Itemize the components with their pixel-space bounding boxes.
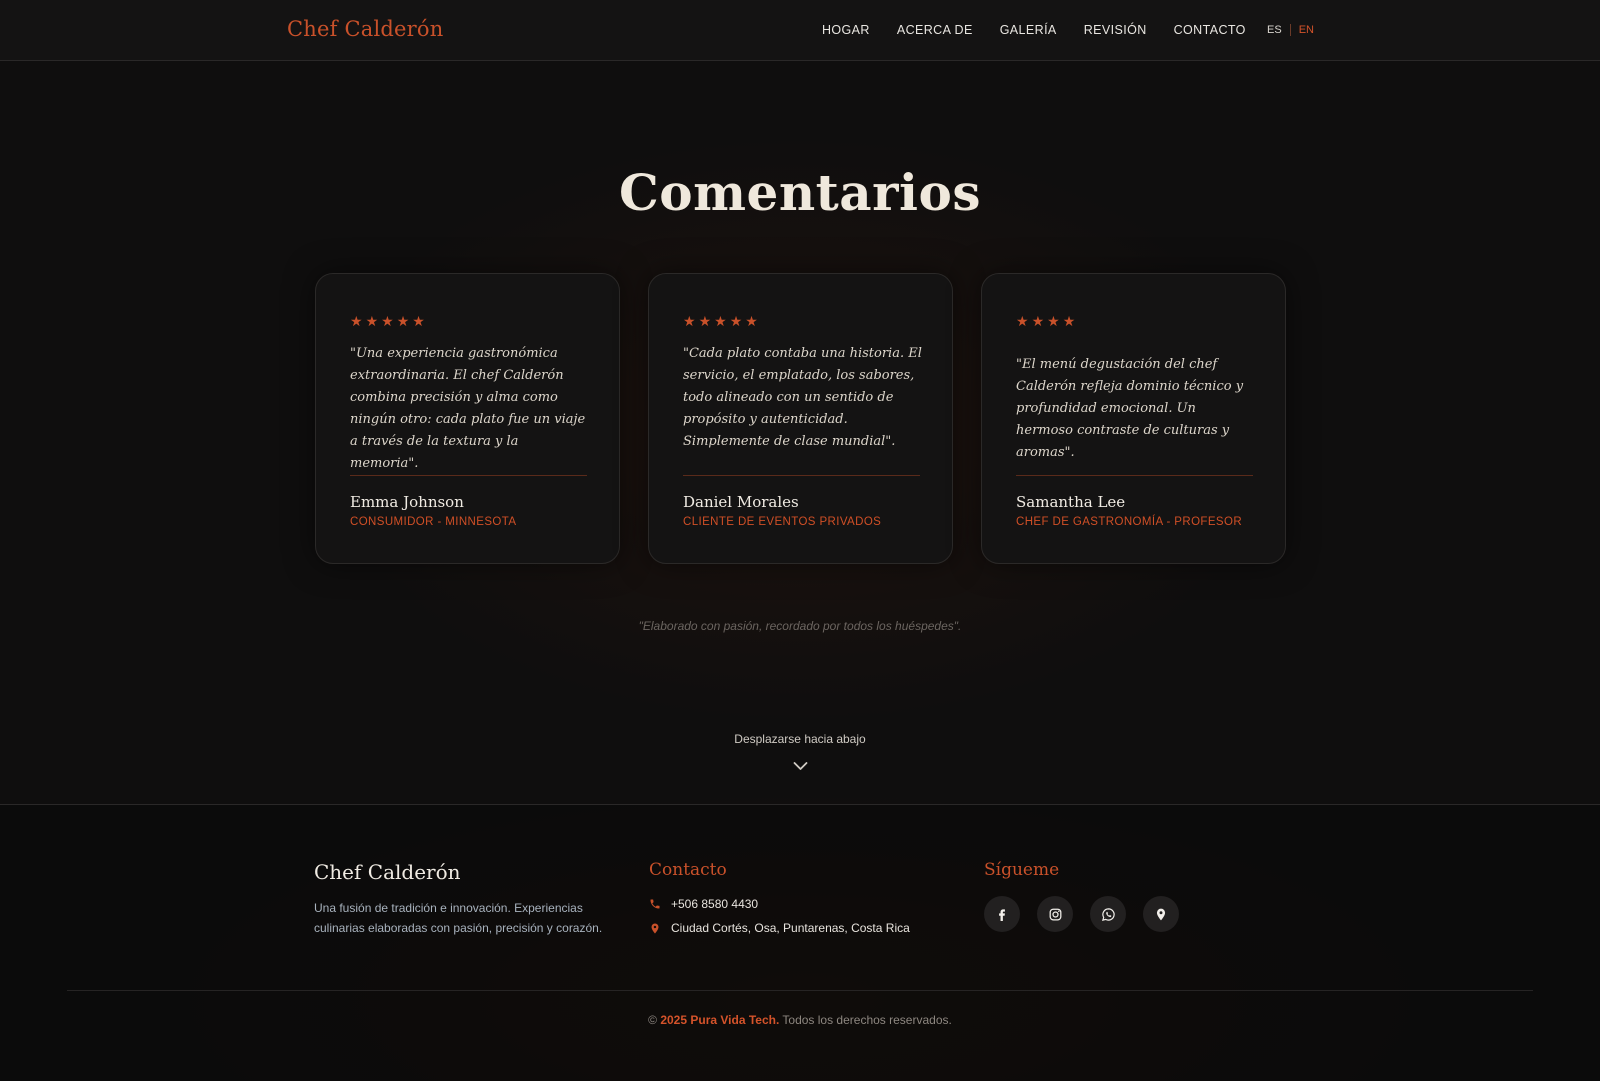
contact-phone[interactable]: +506 8580 4430	[649, 897, 758, 911]
review-card: ★ ★ ★ ★ "El menú degustación del chef Ca…	[981, 273, 1286, 564]
location-pin-icon	[651, 923, 659, 933]
social-links	[984, 896, 1179, 932]
card-divider	[683, 475, 920, 476]
star-rating: ★ ★ ★ ★	[1016, 314, 1075, 328]
star-icon: ★	[396, 313, 410, 329]
review-quote: "Cada plato contaba una historia. El ser…	[683, 346, 922, 449]
star-icon: ★	[1031, 313, 1045, 329]
brand-logo[interactable]: Chef Calderón	[287, 17, 443, 41]
chevron-down-icon[interactable]	[793, 758, 808, 776]
reviewer-role: CLIENTE DE EVENTOS PRIVADOS	[683, 516, 882, 528]
star-icon: ★	[412, 313, 425, 329]
star-icon: ★	[698, 313, 712, 329]
reviewer-role: CONSUMIDOR - MINNESOTA	[350, 516, 517, 528]
card-divider	[1016, 475, 1253, 476]
star-icon: ★	[365, 313, 379, 329]
star-icon: ★	[1047, 313, 1060, 329]
nav-home[interactable]: HOGAR	[822, 23, 870, 37]
top-navbar: Chef Calderón HOGAR ACERCA DE GALERÍA RE…	[0, 0, 1600, 61]
star-icon: ★	[729, 313, 743, 329]
footer-divider	[67, 990, 1533, 991]
contact-heading: Contacto	[649, 860, 727, 880]
review-card: ★ ★ ★ ★ ★ "Cada plato contaba una histor…	[648, 273, 953, 564]
phone-icon	[650, 899, 660, 909]
copyright: © 2025 Pura Vida Tech. Todos los derecho…	[0, 1013, 1600, 1027]
contact-address[interactable]: Ciudad Cortés, Osa, Puntarenas, Costa Ri…	[649, 921, 910, 935]
copyright-symbol: ©	[648, 1013, 657, 1027]
tagline: "Elaborado con pasión, recordado por tod…	[638, 619, 962, 633]
nav-gallery[interactable]: GALERÍA	[1000, 23, 1057, 37]
location-icon[interactable]	[1143, 896, 1179, 932]
star-icon: ★	[350, 313, 363, 329]
nav-about[interactable]: ACERCA DE	[897, 23, 973, 37]
star-icon: ★	[745, 313, 758, 329]
page-title: Comentarios	[618, 163, 982, 222]
phone-number: +506 8580 4430	[671, 897, 759, 911]
lang-en-button[interactable]: EN	[1299, 24, 1314, 36]
site-footer: Chef Calderón Una fusión de tradición e …	[0, 804, 1600, 1081]
reviewer-name: Emma Johnson	[350, 493, 464, 511]
star-icon: ★	[1016, 313, 1029, 329]
star-rating: ★ ★ ★ ★ ★	[350, 314, 425, 328]
reviews-list: ★ ★ ★ ★ ★ "Una experiencia gastronómica …	[315, 273, 1286, 564]
footer-brand: Chef Calderón	[314, 860, 461, 884]
scroll-down-label[interactable]: Desplazarse hacia abajo	[0, 732, 1600, 746]
star-icon: ★	[683, 313, 696, 329]
copyright-company-link[interactable]: 2025 Pura Vida Tech.	[660, 1013, 779, 1027]
reviewer-role: CHEF DE GASTRONOMÍA - PROFESOR	[1016, 516, 1243, 528]
card-divider	[350, 475, 587, 476]
copyright-text: Todos los derechos reservados.	[782, 1013, 952, 1027]
instagram-icon[interactable]	[1037, 896, 1073, 932]
facebook-icon[interactable]	[984, 896, 1020, 932]
whatsapp-icon[interactable]	[1090, 896, 1126, 932]
review-quote: "El menú degustación del chef Calderón r…	[1016, 357, 1244, 460]
review-quote: "Una experiencia gastronómica extraordin…	[350, 346, 586, 471]
address-text: Ciudad Cortés, Osa, Puntarenas, Costa Ri…	[671, 921, 910, 935]
review-card: ★ ★ ★ ★ ★ "Una experiencia gastronómica …	[315, 273, 620, 564]
reviewer-name: Samantha Lee	[1016, 493, 1126, 511]
follow-heading: Sígueme	[984, 860, 1060, 880]
star-rating: ★ ★ ★ ★ ★	[683, 314, 758, 328]
main-nav: HOGAR ACERCA DE GALERÍA REVISIÓN CONTACT…	[822, 23, 1246, 37]
nav-contact[interactable]: CONTACTO	[1174, 23, 1246, 37]
footer-description: Una fusión de tradición e innovación. Ex…	[314, 901, 603, 935]
lang-es-button[interactable]: ES	[1267, 24, 1282, 36]
nav-review[interactable]: REVISIÓN	[1084, 23, 1147, 37]
star-icon: ★	[714, 313, 727, 329]
language-switcher: ES EN	[1267, 24, 1314, 36]
lang-divider	[1289, 24, 1291, 36]
reviewer-name: Daniel Morales	[683, 493, 799, 511]
star-icon: ★	[381, 313, 394, 329]
star-icon: ★	[1062, 313, 1076, 329]
